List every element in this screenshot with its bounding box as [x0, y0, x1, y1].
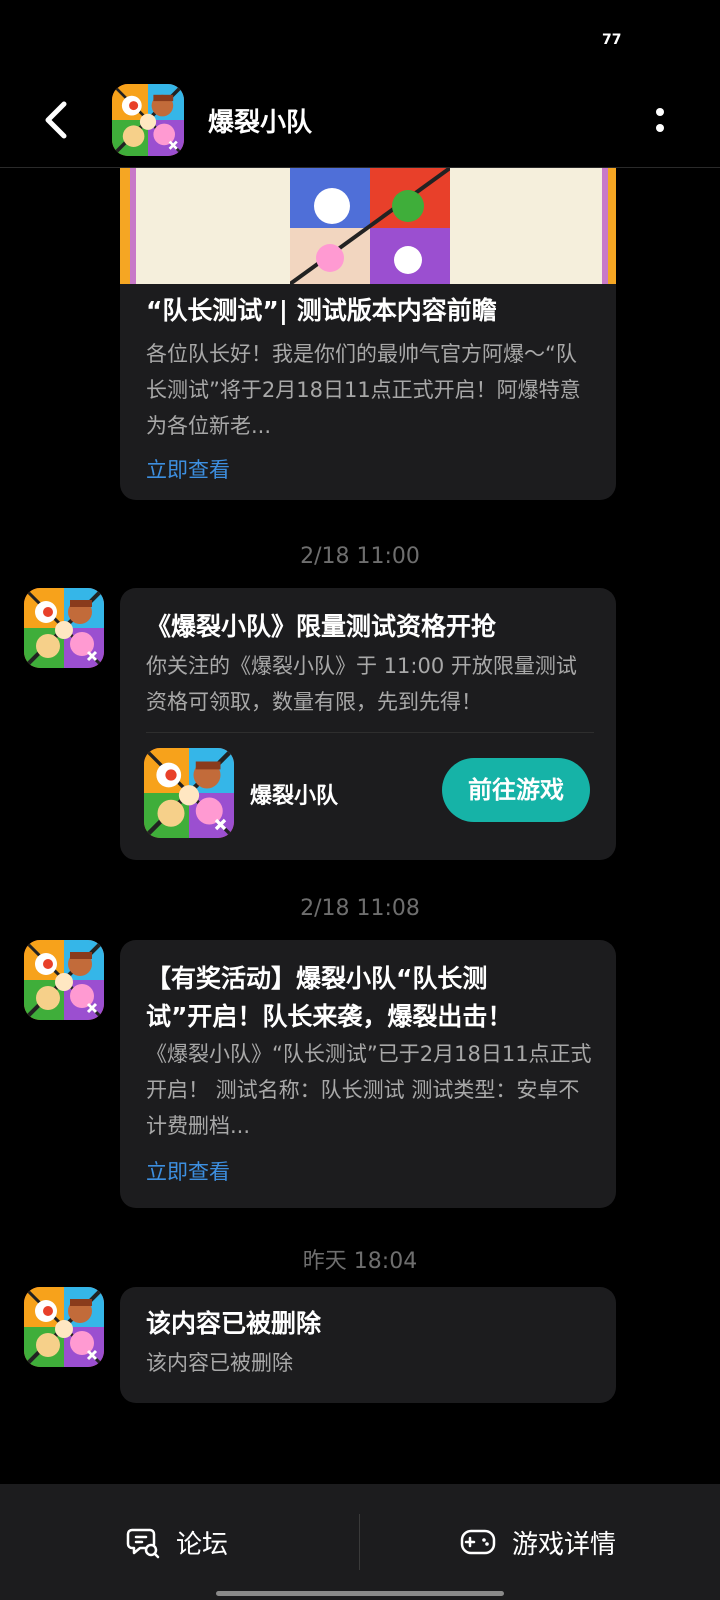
forum-chat-icon [126, 1528, 160, 1559]
message-card: 《爆裂小队》限量测试资格开抢 你关注的《爆裂小队》于 11:00 开放限量测试资… [120, 588, 616, 860]
sender-avatar[interactable] [24, 588, 104, 668]
more-options-button[interactable] [650, 100, 670, 140]
message-card[interactable]: 【有奖活动】爆裂小队“队长测试”开启！队长来袭，爆裂出击！ 《爆裂小队》“队长测… [120, 940, 616, 1208]
divider [359, 1514, 360, 1570]
game-details-button[interactable]: 游戏详情 [460, 1484, 616, 1600]
message-timestamp: 2/18 11:00 [300, 544, 420, 569]
message-body: 《爆裂小队》“队长测试”已于2月18日11点正式开启！ 测试名称：队长测试 测试… [146, 1042, 592, 1138]
message-title: 【有奖活动】爆裂小队“队长测试”开启！队长来袭，爆裂出击！ [146, 964, 513, 1031]
gamepad-icon [460, 1529, 496, 1555]
view-now-link[interactable]: 立即查看 [146, 454, 230, 484]
sender-avatar[interactable] [24, 940, 104, 1020]
game-details-label: 游戏详情 [512, 1529, 617, 1560]
forum-button[interactable]: 论坛 [126, 1484, 228, 1600]
article-banner-image[interactable] [120, 168, 616, 284]
game-avatar[interactable] [112, 84, 184, 156]
game-name: 爆裂小队 [250, 784, 339, 809]
message-body: 各位队长好！我是你们的最帅气官方阿爆～“队长测试”将于2月18日11点正式开启！… [146, 342, 581, 438]
page-title: 爆裂小队 [208, 108, 313, 138]
divider [146, 732, 594, 733]
bottom-action-bar: 论坛 游戏详情 [0, 1484, 720, 1600]
go-to-game-button[interactable]: 前往游戏 [442, 758, 590, 822]
message-timestamp: 昨天 18:04 [302, 1249, 418, 1274]
message-body: 该内容已被删除 [146, 1351, 293, 1375]
message-title: 该内容已被删除 [146, 1309, 322, 1338]
message-timestamp: 2/18 11:08 [300, 896, 420, 921]
message-card: 该内容已被删除 该内容已被删除 [120, 1287, 616, 1403]
game-icon[interactable] [144, 748, 234, 838]
chevron-left-icon [45, 101, 67, 139]
message-title: 《爆裂小队》限量测试资格开抢 [146, 612, 497, 641]
banner-game-art [290, 168, 450, 284]
message-title: “队长测试”| 测试版本内容前瞻 [146, 296, 497, 325]
forum-label: 论坛 [176, 1529, 229, 1560]
back-button[interactable] [36, 98, 80, 142]
message-card[interactable]: “队长测试”| 测试版本内容前瞻 各位队长好！我是你们的最帅气官方阿爆～“队长测… [120, 284, 616, 500]
top-app-bar: 爆裂小队 [0, 82, 720, 168]
sender-avatar[interactable] [24, 1287, 104, 1367]
status-bar: 77 [0, 0, 720, 82]
view-now-link[interactable]: 立即查看 [146, 1156, 230, 1186]
home-indicator[interactable] [216, 1591, 504, 1596]
message-body: 你关注的《爆裂小队》于 11:00 开放限量测试资格可领取，数量有限，先到先得！ [146, 654, 577, 714]
status-indicator: 77 [602, 32, 622, 48]
